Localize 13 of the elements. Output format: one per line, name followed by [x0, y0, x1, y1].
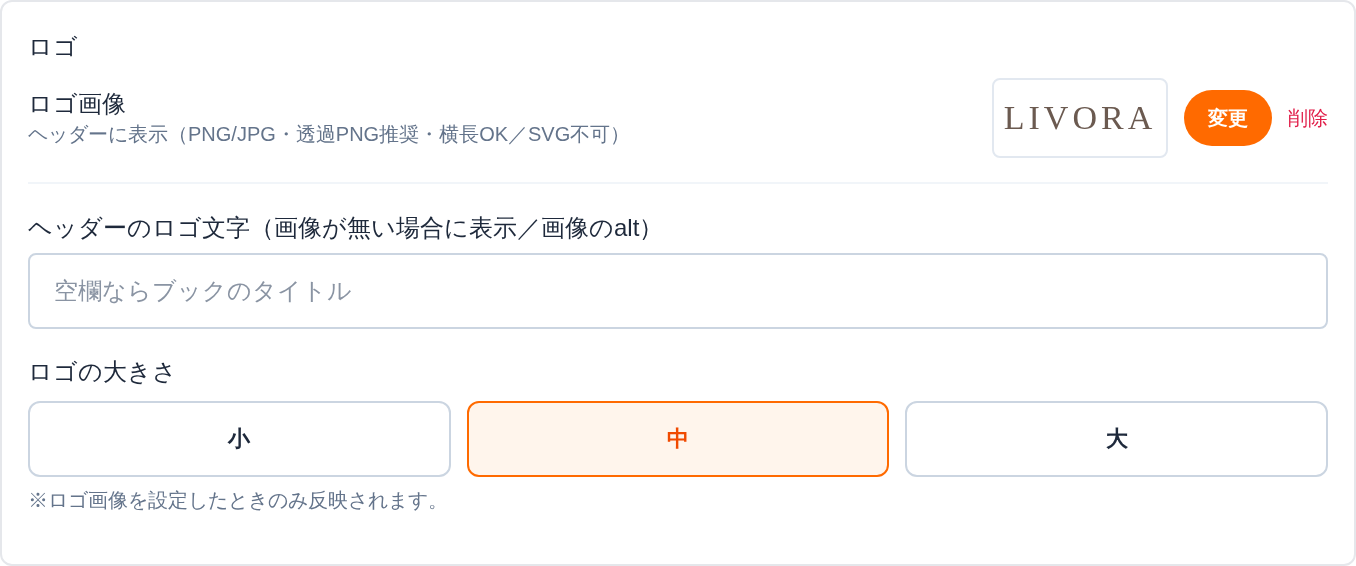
size-option[interactable]: 中	[466, 401, 890, 477]
section-title: ロゴ	[28, 32, 79, 62]
logo-preview: LIVORA	[992, 78, 1168, 158]
field-hint: ヘッダーに表示（PNG/JPG・透過PNG推奨・横長OK／SVG不可）	[28, 122, 631, 147]
input-field[interactable]: 空欄ならブックのタイトル	[28, 253, 1328, 329]
size-option[interactable]: 小	[28, 401, 451, 477]
field-label: ロゴ画像	[28, 89, 127, 119]
delete-link[interactable]: 削除	[1288, 104, 1328, 132]
field-label: ヘッダーのロゴ文字（画像が無い場合に表示／画像のalt）	[28, 213, 665, 243]
note-text: ※ロゴ画像を設定したときのみ反映されます。	[28, 488, 449, 513]
change-button[interactable]: 変更	[1184, 90, 1272, 146]
field-label: ロゴの大きさ	[28, 357, 178, 387]
size-option[interactable]: 大	[905, 401, 1328, 477]
